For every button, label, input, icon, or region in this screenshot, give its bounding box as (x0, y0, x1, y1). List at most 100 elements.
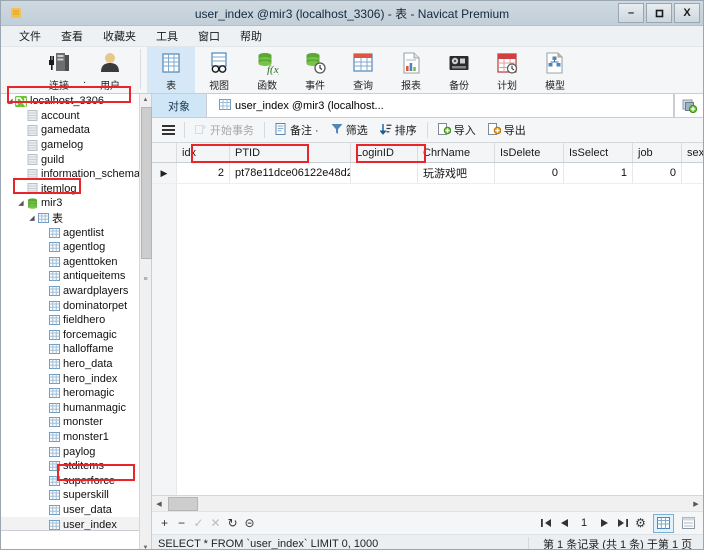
tree-item-superforce[interactable]: superforce (1, 473, 151, 488)
tree-expander-expanded-icon[interactable]: ◢ (27, 214, 37, 222)
column-header-LoginID[interactable]: LoginID (350, 143, 418, 163)
column-header-IsSelect[interactable]: IsSelect (563, 143, 633, 163)
hscroll-right-arrow[interactable]: ▶ (689, 496, 703, 511)
last-page-button[interactable] (614, 515, 631, 532)
ribbon-button-connection[interactable]: 连接 (35, 47, 83, 92)
grid-toolbar-import-button[interactable]: 导入 (433, 120, 481, 140)
tree-item-user_data[interactable]: user_data (1, 503, 151, 518)
scroll-down-arrow[interactable]: ▼ (140, 542, 151, 549)
hamburger-icon[interactable] (158, 125, 179, 135)
column-header-PTID[interactable]: PTID (229, 143, 351, 163)
tab-user-index-document[interactable]: user_index @mir3 (localhost... (206, 94, 674, 117)
grid-toolbar-note-button[interactable]: 备注 · (270, 120, 324, 140)
tree-item-dominatorpet[interactable]: dominatorpet (1, 298, 151, 313)
prev-page-button[interactable] (555, 515, 572, 532)
tree-item-agenttoken[interactable]: agenttoken (1, 255, 151, 270)
table-row[interactable]: ▶2pt78e11dce06122e48d2玩游戏吧01004160 (152, 162, 703, 184)
sidebar-scrollbar[interactable]: ▲ ≡ ▼ (139, 94, 152, 549)
tree-item-stditems[interactable]: stditems (1, 459, 151, 474)
tree-item-agentlist[interactable]: agentlist (1, 225, 151, 240)
menu-item-favorites[interactable]: 收藏夹 (93, 26, 146, 46)
grid-toolbar-export-button[interactable]: 导出 (483, 120, 531, 140)
tab-objects[interactable]: 对象 (152, 94, 206, 117)
hscroll-track[interactable] (166, 496, 689, 511)
data-grid[interactable]: idx PTID LoginID ChrName IsDelete IsSelect job… (152, 143, 703, 495)
column-header-sex[interactable]: sex (681, 143, 703, 163)
apply-change-button[interactable]: ✓ (190, 515, 207, 532)
ribbon-button-event[interactable]: 事件 (291, 47, 339, 92)
tree-item-itemlog[interactable]: itemlog (1, 182, 151, 197)
column-header-idx[interactable]: idx (176, 143, 230, 163)
cell-sex[interactable]: 0 (681, 162, 703, 184)
ribbon-button-report[interactable]: 报表 (387, 47, 435, 92)
ribbon-button-model[interactable]: 模型 (531, 47, 579, 92)
ribbon-button-user[interactable]: 用户 (86, 47, 134, 92)
tree-expander-expanded-icon[interactable]: ◢ (5, 97, 15, 105)
cell-IsSelect[interactable]: 1 (563, 162, 633, 184)
next-page-button[interactable] (596, 515, 613, 532)
hscroll-left-arrow[interactable]: ◀ (152, 496, 166, 511)
database-tree[interactable]: ◢ localhost_3306 account gamedata gamelog gui… (1, 94, 151, 530)
cell-LoginID[interactable] (350, 162, 418, 184)
row-selector[interactable]: ▶ (152, 162, 177, 184)
cell-ChrName[interactable]: 玩游戏吧 (417, 162, 495, 184)
stop-button[interactable]: ⊝ (241, 515, 258, 532)
ribbon-button-function[interactable]: f(x) 函数 (243, 47, 291, 92)
tree-item-forcemagic[interactable]: forcemagic (1, 328, 151, 343)
column-header-job[interactable]: job (632, 143, 682, 163)
tree-item-hero_data[interactable]: hero_data (1, 357, 151, 372)
tree-item-information_schema[interactable]: information_schema (1, 167, 151, 182)
data-grid-container[interactable]: idx PTID LoginID ChrName IsDelete IsSelect job… (152, 143, 703, 495)
ribbon-button-view[interactable]: 视图 (195, 47, 243, 92)
refresh-button[interactable]: ↻ (224, 515, 241, 532)
tree-item-monster1[interactable]: monster1 (1, 430, 151, 445)
grid-body[interactable]: ▶2pt78e11dce06122e48d2玩游戏吧01004160 (152, 162, 703, 495)
tree-item-gamedata[interactable]: gamedata (1, 123, 151, 138)
column-header-IsDelete[interactable]: IsDelete (494, 143, 564, 163)
tree-item-superskill[interactable]: superskill (1, 488, 151, 503)
grid-toolbar-sort-button[interactable]: 排序 (375, 120, 422, 140)
ribbon-button-query[interactable]: 查询 (339, 47, 387, 92)
tree-item-hero_index[interactable]: hero_index (1, 371, 151, 386)
cancel-change-button[interactable]: ✕ (207, 515, 224, 532)
tree-item-paylog[interactable]: paylog (1, 444, 151, 459)
close-button[interactable]: X (674, 3, 700, 23)
menu-item-tools[interactable]: 工具 (146, 26, 188, 46)
grid-view-toggle[interactable] (653, 513, 674, 533)
menu-item-file[interactable]: 文件 (9, 26, 51, 46)
hscroll-thumb[interactable] (168, 497, 198, 511)
tree-item-fieldhero[interactable]: fieldhero (1, 313, 151, 328)
cell-idx[interactable]: 2 (176, 162, 230, 184)
grid-toolbar-filter-button[interactable]: 筛选 (326, 120, 373, 140)
tree-item-gamelog[interactable]: gamelog (1, 138, 151, 153)
tree-expander-expanded-icon[interactable]: ◢ (16, 199, 26, 207)
tree-item-monster[interactable]: monster (1, 415, 151, 430)
delete-record-button[interactable]: − (173, 515, 190, 532)
ribbon-button-table[interactable]: 表 (147, 47, 196, 93)
tree-item-user_index[interactable]: user_index (1, 517, 151, 530)
cell-job[interactable]: 0 (632, 162, 682, 184)
horizontal-scrollbar[interactable]: ◀ ▶ (152, 495, 703, 511)
tree-item--[interactable]: ◢ 表 (1, 211, 151, 226)
ribbon-button-schedule[interactable]: 计划 (483, 47, 531, 92)
menu-item-window[interactable]: 窗口 (188, 26, 230, 46)
tree-item-antiqueitems[interactable]: antiqueitems (1, 269, 151, 284)
cell-PTID[interactable]: pt78e11dce06122e48d2 (229, 162, 351, 184)
menu-item-help[interactable]: 帮助 (230, 26, 272, 46)
first-page-button[interactable] (537, 515, 554, 532)
page-number-input[interactable]: 1 (573, 517, 595, 529)
tree-item-mir3[interactable]: ◢ mir3 (1, 196, 151, 211)
tree-item-account[interactable]: account (1, 109, 151, 124)
tree-item-localhost_3306[interactable]: ◢ localhost_3306 (1, 94, 151, 109)
cell-IsDelete[interactable]: 0 (494, 162, 564, 184)
new-object-button[interactable] (674, 94, 703, 117)
menu-item-view[interactable]: 查看 (51, 26, 93, 46)
column-header-ChrName[interactable]: ChrName (417, 143, 495, 163)
grid-settings-button[interactable]: ⚙ (632, 515, 649, 532)
minimize-button[interactable]: – (618, 3, 644, 23)
ribbon-button-backup[interactable]: 备份 (435, 47, 483, 92)
tree-item-heromagic[interactable]: heromagic (1, 386, 151, 401)
form-view-toggle[interactable] (678, 514, 699, 533)
tree-item-awardplayers[interactable]: awardplayers (1, 284, 151, 299)
add-record-button[interactable]: + (156, 515, 173, 532)
